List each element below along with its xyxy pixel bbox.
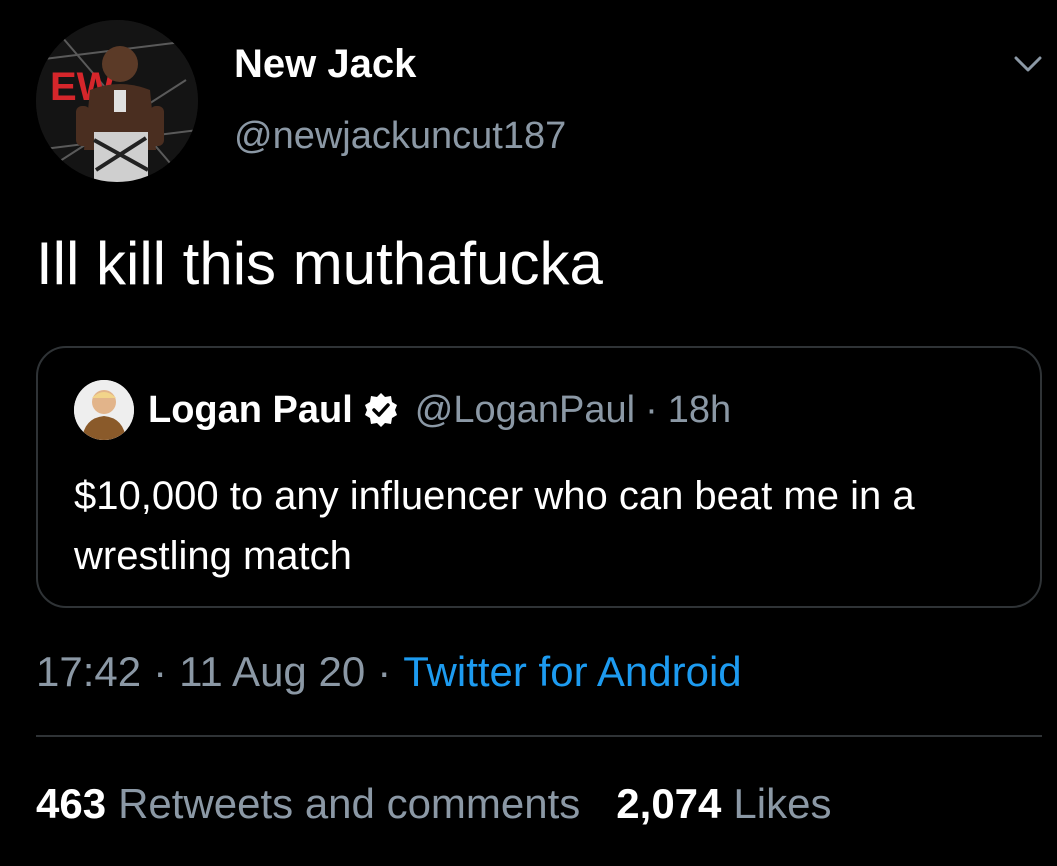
retweets-label: Retweets and comments (118, 780, 581, 827)
tweet-stats: 463 Retweets and comments 2,074 Likes (36, 776, 831, 832)
quoted-tweet-header: Logan Paul @LoganPaul · 18h (148, 386, 731, 434)
more-options-button[interactable] (1008, 44, 1048, 84)
tweet-source-link[interactable]: Twitter for Android (403, 648, 741, 696)
likes-count: 2,074 (616, 780, 722, 827)
divider (36, 735, 1042, 737)
separator-dot: · (153, 648, 168, 695)
author-display-name[interactable]: New Jack (234, 40, 416, 88)
separator-dot: · (645, 388, 658, 431)
quoted-tweet-time: 18h (667, 388, 732, 431)
tweet-meta: 17:42 · 11 Aug 20 · Twitter for Android (36, 644, 742, 700)
quoted-tweet-card[interactable]: Logan Paul @LoganPaul · 18h $10,000 to a… (36, 346, 1042, 608)
tweet: EW New Jack @newjackuncut187 Ill kill th… (0, 0, 1057, 866)
separator-dot: · (377, 648, 392, 695)
quoted-author-handle: @LoganPaul (414, 388, 636, 431)
retweets-stat[interactable]: 463 Retweets and comments (36, 780, 580, 828)
quoted-avatar-image (74, 380, 134, 440)
tweet-text: Ill kill this muthafucka (36, 230, 603, 297)
verified-badge-icon (361, 390, 401, 430)
quoted-tweet-text: $10,000 to any influencer who can beat m… (74, 474, 915, 578)
quoted-author-name: Logan Paul (148, 388, 353, 431)
chevron-down-icon (1014, 56, 1042, 72)
likes-stat[interactable]: 2,074 Likes (616, 780, 831, 828)
tweet-time: 17:42 (36, 648, 142, 695)
author-handle[interactable]: @newjackuncut187 (234, 112, 566, 160)
author-avatar[interactable]: EW (36, 20, 198, 182)
tweet-date: 11 Aug 20 (179, 648, 366, 695)
quoted-author-avatar (74, 380, 134, 440)
retweets-count: 463 (36, 780, 107, 827)
likes-label: Likes (733, 780, 832, 827)
wrestler-avatar-image: EW (36, 20, 198, 182)
